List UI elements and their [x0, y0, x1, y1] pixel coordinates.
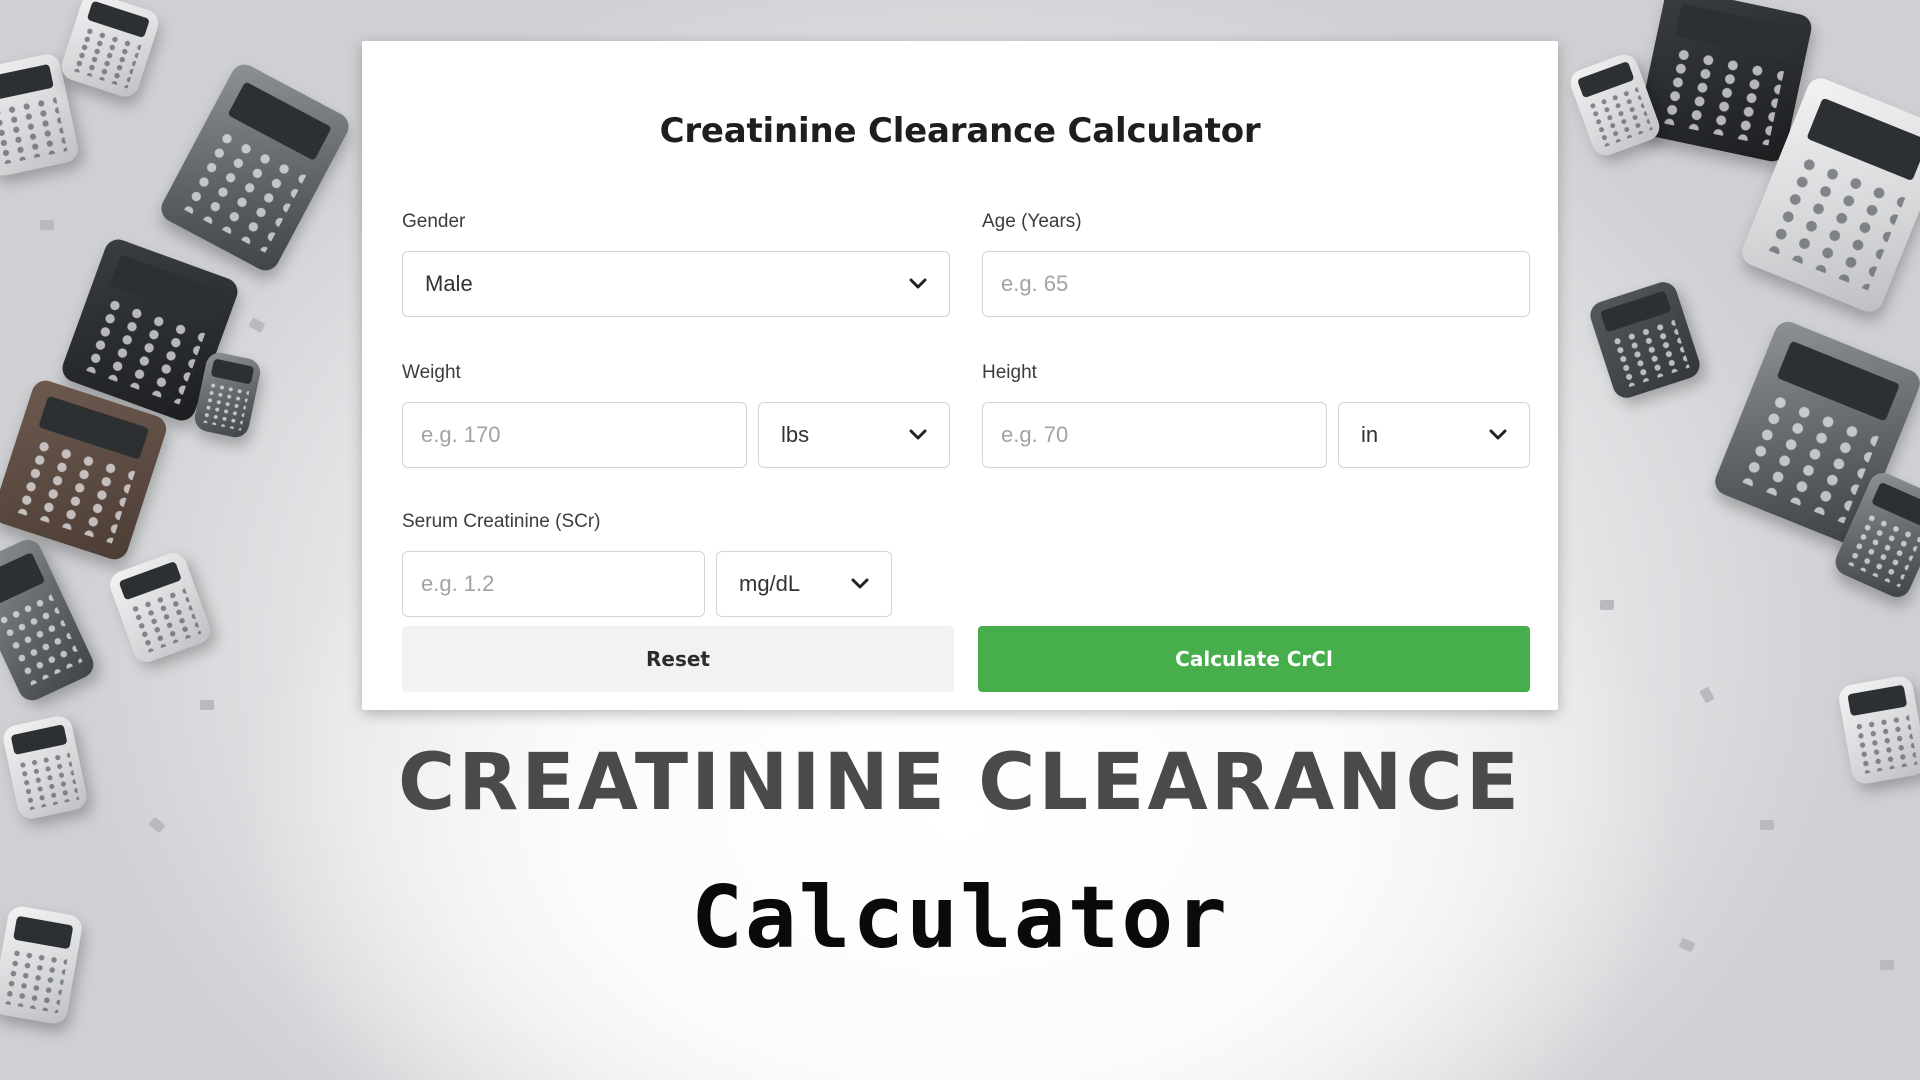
calculator-illustration	[1566, 50, 1664, 160]
chevron-down-icon	[1489, 429, 1507, 440]
chevron-down-icon	[909, 278, 927, 289]
age-label: Age (Years)	[982, 211, 1082, 232]
confetti-chip	[248, 317, 266, 333]
chevron-down-icon	[909, 429, 927, 440]
scr-unit-value: mg/dL	[739, 571, 801, 596]
height-unit-select[interactable]: in	[1338, 402, 1530, 468]
reset-button[interactable]: Reset	[402, 626, 954, 692]
scr-unit-select[interactable]: mg/dL	[716, 551, 892, 617]
age-input[interactable]	[982, 251, 1530, 317]
confetti-chip	[1699, 686, 1715, 704]
calculate-button[interactable]: Calculate CrCl	[978, 626, 1530, 692]
height-label: Height	[982, 362, 1037, 383]
calculator-illustration	[0, 535, 98, 705]
calculator-illustration	[106, 549, 214, 666]
calculator-card: Creatinine Clearance Calculator Gender M…	[362, 41, 1558, 710]
calculator-illustration	[156, 59, 354, 276]
chevron-down-icon	[851, 578, 869, 589]
weight-unit-value: lbs	[781, 422, 810, 447]
scr-label: Serum Creatinine (SCr)	[402, 511, 601, 532]
confetti-chip	[40, 220, 54, 230]
page-title: Creatinine Clearance Calculator	[659, 111, 1261, 151]
calculator-illustration	[1586, 278, 1704, 402]
scr-input[interactable]	[402, 551, 705, 617]
gender-selected-value: Male	[425, 271, 473, 296]
calculator-illustration	[58, 0, 162, 101]
confetti-chip	[200, 700, 214, 710]
banner-headline: CREATININE CLEARANCE	[398, 738, 1522, 828]
gender-label: Gender	[402, 211, 466, 232]
gender-select[interactable]: Male	[402, 251, 950, 317]
height-input[interactable]	[982, 402, 1327, 468]
weight-input[interactable]	[402, 402, 747, 468]
weight-label: Weight	[402, 362, 461, 383]
banner-subline: Calculator	[691, 868, 1229, 968]
height-unit-value: in	[1361, 422, 1379, 447]
confetti-chip	[1600, 600, 1614, 610]
weight-unit-select[interactable]: lbs	[758, 402, 950, 468]
